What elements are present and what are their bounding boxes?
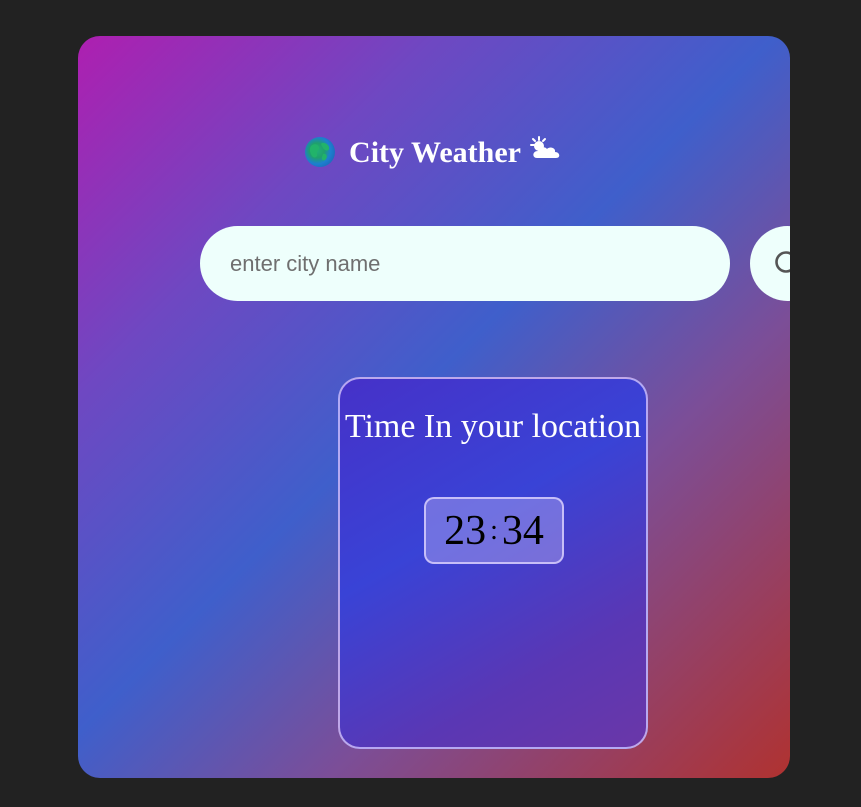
clock-hours: 23: [444, 508, 487, 554]
search-button[interactable]: [750, 226, 790, 301]
city-search-input[interactable]: [200, 226, 730, 301]
app-title-text: City Weather: [349, 136, 521, 169]
time-heading: Time In your location: [344, 408, 642, 445]
weather-card: City Weather Time In your location 23:: [78, 36, 790, 778]
sun-behind-cloud-icon: [529, 132, 563, 172]
clock-display: 23:34: [424, 497, 564, 564]
time-card: Time In your location 23:34: [338, 377, 648, 749]
clock-minutes: 34: [501, 508, 544, 554]
clock-separator: :: [490, 515, 498, 546]
search-icon: [750, 249, 790, 279]
app-title: City Weather: [78, 132, 790, 173]
globe-icon: [305, 137, 336, 167]
